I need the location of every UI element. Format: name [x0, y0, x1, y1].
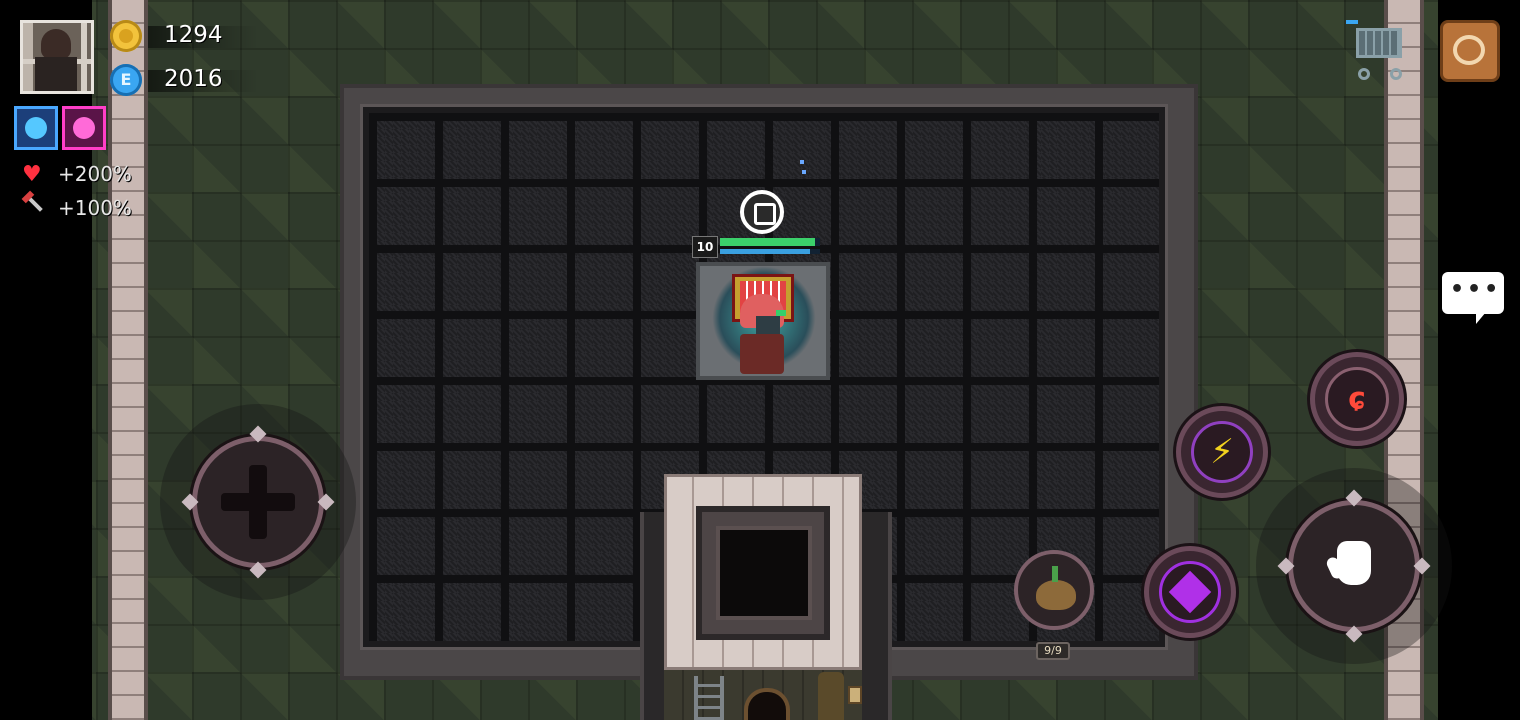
- hero-body: [740, 334, 784, 374]
- player-level: 10: [692, 236, 718, 258]
- lightning-icon: ⚡: [1210, 432, 1234, 472]
- player-avatar[interactable]: [20, 20, 94, 94]
- void-skill-inner: [1159, 561, 1221, 623]
- lightning-skill-button[interactable]: ⚡: [1176, 406, 1268, 498]
- right-void: [1438, 0, 1520, 720]
- cart-wheel: [1358, 68, 1370, 80]
- interact-button[interactable]: [1256, 468, 1452, 664]
- blue-orb-icon: [25, 117, 47, 139]
- gold-coin-icon: [110, 20, 142, 52]
- dpad-bar: [221, 493, 295, 511]
- lightning-skill-inner: ⚡: [1191, 421, 1253, 483]
- ladder: [694, 676, 724, 720]
- gem-value: 2016: [164, 66, 223, 92]
- coin-value: 1294: [164, 22, 223, 48]
- fire-skill-button[interactable]: ɕ: [1310, 352, 1404, 446]
- hand-icon: [1337, 541, 1371, 585]
- spark-particle: [802, 170, 806, 174]
- void-skill-button[interactable]: [1144, 546, 1236, 638]
- left-wall-pillar: [108, 0, 148, 720]
- player-energy-fill: [720, 249, 810, 254]
- player-hp-bar: [720, 238, 820, 246]
- player-energy-bar: [720, 249, 820, 254]
- seed-count: 9/9: [1036, 642, 1070, 660]
- backpack-strap: [1453, 35, 1485, 65]
- game-scene: 10 1294 E 2016 ♥ +200% +100% ••• ɕ ⚡ 9/9: [0, 0, 1520, 720]
- avatar-detail: [23, 23, 33, 91]
- movement-joystick[interactable]: [160, 404, 356, 600]
- avatar-body: [35, 57, 77, 91]
- avatar-detail: [81, 23, 87, 91]
- buff-slot-pink[interactable]: [62, 106, 106, 150]
- spark-particle: [800, 160, 804, 164]
- fire-rune-icon: ɕ: [1348, 381, 1366, 417]
- chat-bubble-icon[interactable]: •••: [1442, 272, 1504, 324]
- sprout-icon: [1052, 566, 1058, 582]
- backpack-icon[interactable]: [1440, 20, 1500, 82]
- player-character: [734, 294, 794, 378]
- interact-ring: [1288, 500, 1420, 632]
- signpost: [848, 686, 862, 704]
- heart-icon: ♥: [22, 162, 42, 187]
- shopping-cart-icon[interactable]: [1344, 18, 1408, 82]
- buff-slot-blue[interactable]: [14, 106, 58, 150]
- hp-bonus-value: +200%: [58, 162, 132, 186]
- hero-eye: [776, 310, 786, 316]
- seed-item-slot[interactable]: [1014, 550, 1094, 630]
- player-hp-fill: [720, 238, 815, 246]
- energy-gem-icon: E: [110, 64, 142, 96]
- joystick-ring: [192, 436, 324, 568]
- fire-skill-inner: ɕ: [1325, 367, 1389, 431]
- cart-wheel: [1390, 68, 1402, 80]
- chat-dots: •••: [1450, 277, 1502, 302]
- sword-icon: [22, 196, 46, 218]
- damage-bonus-value: +100%: [58, 196, 132, 220]
- seed-pouch-icon: [1036, 580, 1076, 610]
- cart-handle: [1346, 20, 1358, 24]
- cart-basket: [1356, 28, 1402, 58]
- pink-skull-icon: [73, 117, 95, 139]
- avatar-head: [41, 29, 71, 59]
- npc-figure[interactable]: [818, 672, 844, 720]
- exit-pit[interactable]: [716, 526, 812, 620]
- purple-eye-icon: [1168, 570, 1212, 614]
- player-marker-icon: [740, 190, 784, 234]
